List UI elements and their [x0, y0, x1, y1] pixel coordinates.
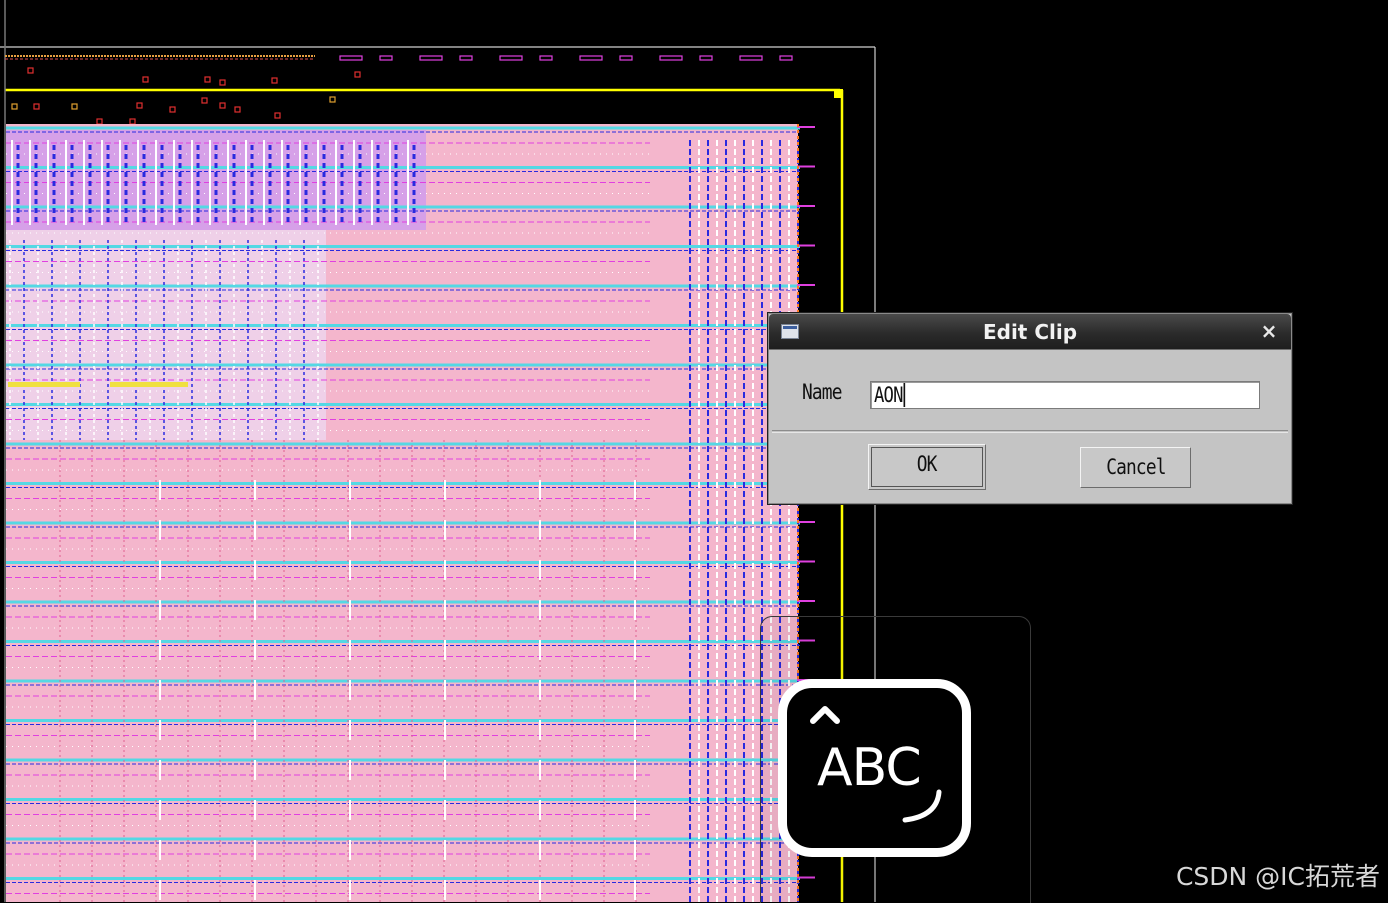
- dialog-title: Edit Clip: [982, 320, 1078, 344]
- io-pad: [699, 55, 713, 61]
- close-icon[interactable]: ×: [1259, 320, 1279, 342]
- pin: [169, 106, 176, 113]
- name-input-value: AON: [874, 383, 906, 407]
- pin: [27, 67, 34, 74]
- io-pad: [499, 55, 523, 61]
- pin: [11, 103, 18, 110]
- pin: [234, 106, 241, 113]
- pin: [329, 96, 336, 103]
- io-pad: [779, 55, 793, 61]
- pin: [201, 97, 208, 104]
- input-method-label: ABC: [817, 738, 922, 798]
- io-pad: [419, 55, 443, 61]
- pin: [96, 118, 103, 125]
- pin: [271, 77, 278, 84]
- highlight: [8, 382, 80, 387]
- watermark: CSDN @IC拓荒者: [1175, 862, 1380, 891]
- pin: [219, 102, 226, 109]
- edit-clip-dialog: Edit Clip × Name AON OK Cancel: [768, 313, 1292, 504]
- io-pad: [579, 55, 603, 61]
- io-pad: [379, 55, 393, 61]
- pin: [142, 76, 149, 83]
- cancel-button[interactable]: Cancel: [1080, 447, 1191, 488]
- ok-button-label: OK: [917, 452, 938, 476]
- io-pad: [339, 55, 363, 61]
- io-pad: [739, 55, 763, 61]
- ok-button[interactable]: OK: [868, 444, 986, 490]
- cancel-button-label: Cancel: [1105, 455, 1166, 479]
- dialog-body: Name AON: [772, 350, 1288, 431]
- name-label: Name: [802, 380, 842, 404]
- dialog-titlebar[interactable]: Edit Clip ×: [769, 314, 1291, 350]
- pin: [33, 103, 40, 110]
- pin: [129, 118, 136, 125]
- pin: [354, 71, 361, 78]
- pin: [71, 103, 78, 110]
- pin: [274, 112, 281, 119]
- pin: [204, 76, 211, 83]
- name-input[interactable]: AON: [870, 381, 1260, 409]
- io-pad: [659, 55, 683, 61]
- core-corner: [834, 89, 843, 98]
- pin: [219, 79, 226, 86]
- io-pad: [459, 55, 473, 61]
- pin: [136, 102, 143, 109]
- highlight: [110, 382, 188, 387]
- dialog-footer: OK Cancel: [772, 432, 1288, 499]
- io-pad: [539, 55, 553, 61]
- io-pad: [619, 55, 633, 61]
- input-method-icon[interactable]: ABC: [778, 679, 971, 857]
